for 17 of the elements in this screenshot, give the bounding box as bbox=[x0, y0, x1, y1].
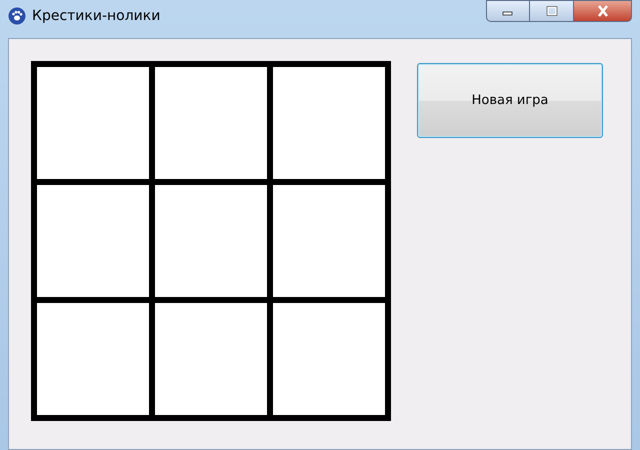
board-cell[interactable] bbox=[273, 185, 385, 297]
board-cell[interactable] bbox=[155, 67, 267, 179]
window-title: Крестики-нолики bbox=[32, 7, 160, 26]
paw-icon bbox=[8, 7, 26, 25]
close-icon bbox=[596, 5, 610, 17]
maximize-button[interactable] bbox=[530, 0, 574, 22]
board-cell[interactable] bbox=[37, 303, 149, 415]
board-cell[interactable] bbox=[37, 67, 149, 179]
board-cell[interactable] bbox=[155, 303, 267, 415]
minimize-button[interactable] bbox=[486, 0, 530, 22]
maximize-icon bbox=[546, 6, 558, 16]
board-cell[interactable] bbox=[37, 185, 149, 297]
board-cell[interactable] bbox=[155, 185, 267, 297]
close-button[interactable] bbox=[574, 0, 632, 22]
board-cell[interactable] bbox=[273, 67, 385, 179]
new-game-button[interactable]: Новая игра bbox=[417, 63, 603, 138]
board-cell[interactable] bbox=[273, 303, 385, 415]
